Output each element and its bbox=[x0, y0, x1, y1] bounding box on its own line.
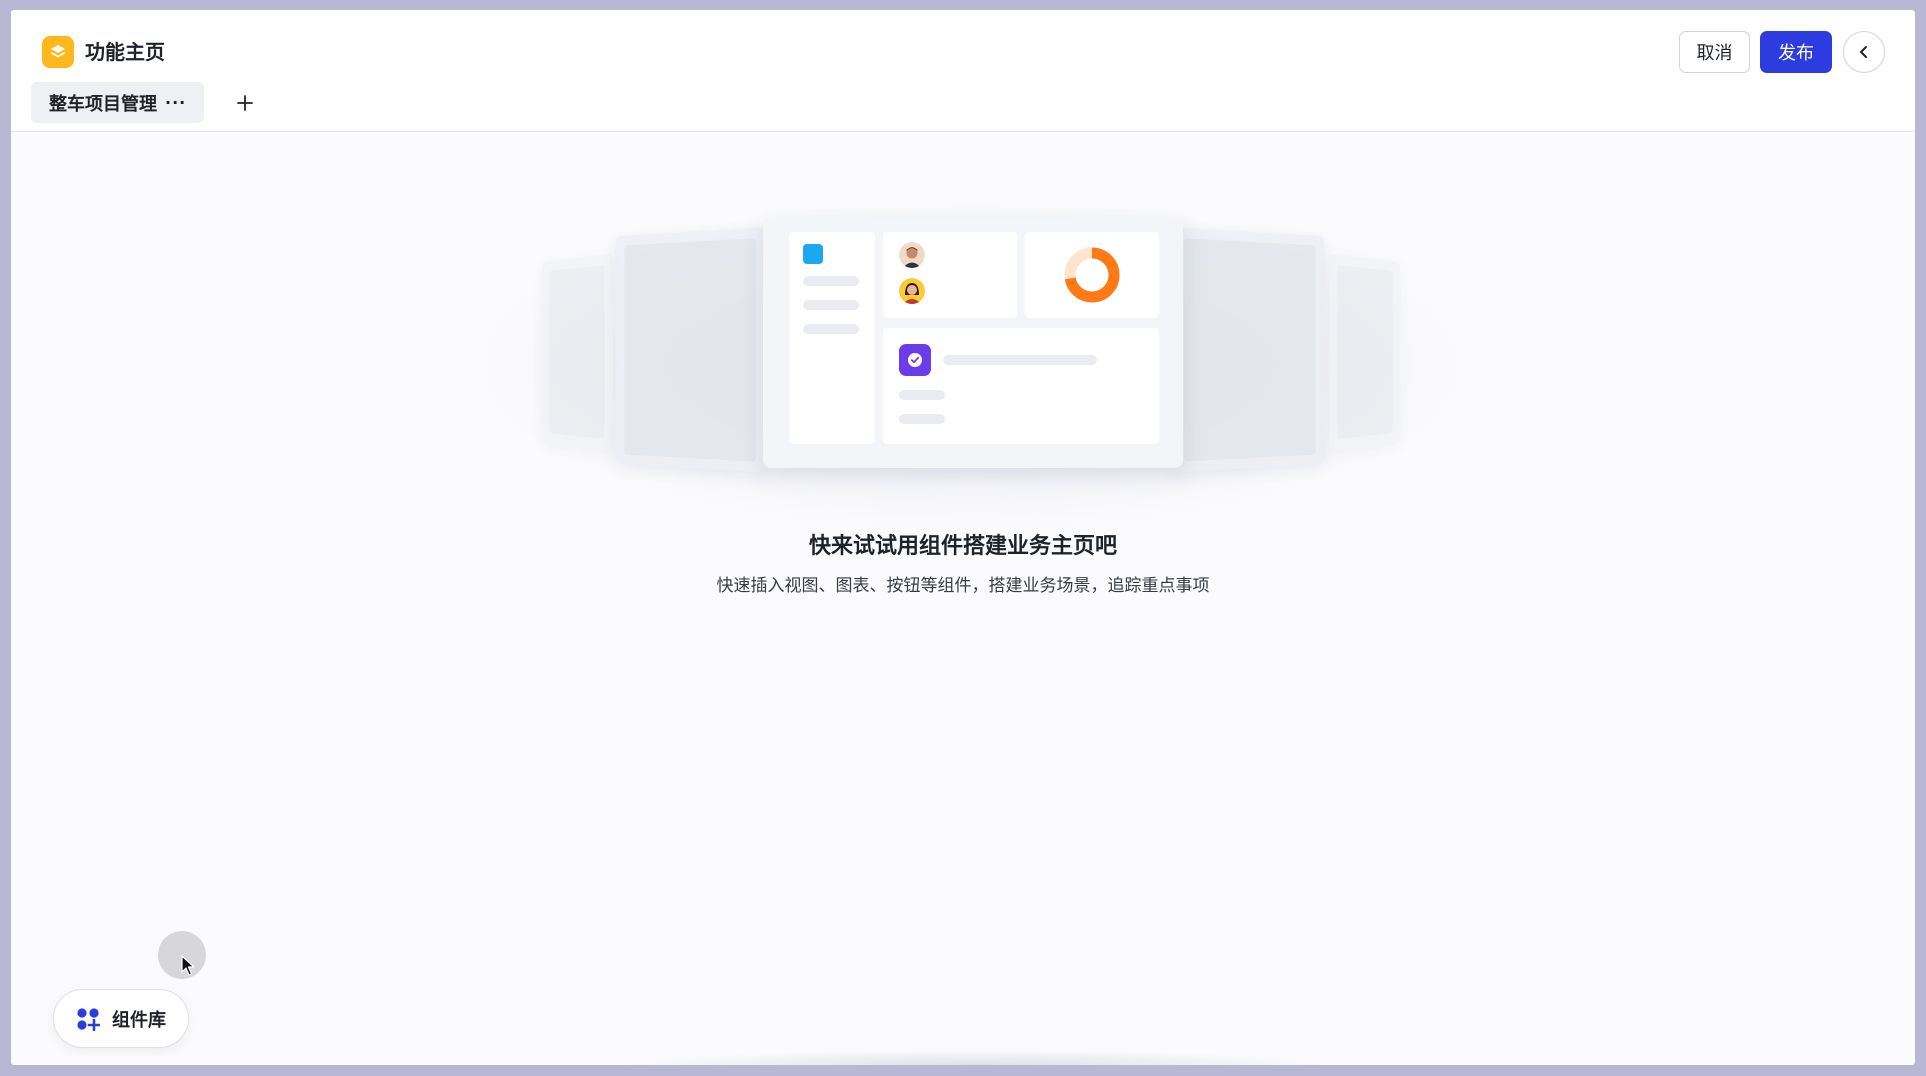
placeholder-line bbox=[899, 414, 945, 424]
check-badge-icon bbox=[899, 344, 931, 376]
illustration-blue-square bbox=[803, 244, 823, 264]
plus-icon bbox=[236, 94, 254, 112]
illustration-avatars bbox=[883, 232, 1017, 318]
placeholder-line bbox=[899, 390, 945, 400]
avatar bbox=[899, 242, 925, 268]
tab-label: 整车项目管理 bbox=[49, 90, 157, 116]
placeholder-line bbox=[803, 324, 859, 334]
empty-state-description: 快速插入视图、图表、按钮等组件，搭建业务场景，追踪重点事项 bbox=[0, 571, 1926, 596]
layers-icon bbox=[42, 36, 74, 68]
illustration-panel bbox=[542, 253, 613, 450]
illustration-panel bbox=[616, 227, 766, 472]
bottom-shadow bbox=[621, 1050, 1331, 1065]
illustration-panel bbox=[1329, 253, 1400, 450]
empty-state-title: 快来试试用组件搭建业务主页吧 bbox=[0, 528, 1926, 560]
page-header: 功能主页 整车项目管理 ··· 取消 发布 bbox=[11, 10, 1915, 132]
placeholder-line bbox=[803, 300, 859, 310]
page-title: 功能主页 bbox=[85, 38, 165, 66]
chevron-left-icon bbox=[1856, 44, 1872, 60]
mouse-cursor-icon bbox=[181, 955, 195, 977]
more-icon[interactable]: ··· bbox=[165, 95, 186, 111]
tab-vehicle-project[interactable]: 整车项目管理 ··· bbox=[31, 82, 204, 123]
cancel-button[interactable]: 取消 bbox=[1679, 31, 1750, 73]
illustration-sidebar bbox=[789, 232, 875, 444]
collapse-button[interactable] bbox=[1843, 31, 1885, 73]
placeholder-line bbox=[943, 355, 1097, 365]
illustration-panel bbox=[1174, 227, 1324, 472]
component-library-button[interactable]: 组件库 bbox=[53, 989, 189, 1048]
donut-chart-icon bbox=[1025, 232, 1159, 318]
add-tab-button[interactable] bbox=[231, 89, 259, 117]
publish-button[interactable]: 发布 bbox=[1760, 31, 1832, 73]
illustration-donut-card bbox=[1025, 232, 1159, 318]
illustration-dashboard-card bbox=[763, 218, 1183, 468]
component-library-label: 组件库 bbox=[112, 1006, 166, 1032]
placeholder-line bbox=[803, 276, 859, 286]
avatar bbox=[899, 278, 925, 304]
illustration-task-card bbox=[883, 328, 1159, 444]
apps-grid-plus-icon bbox=[76, 1007, 100, 1031]
illustration-glow bbox=[481, 200, 1461, 530]
